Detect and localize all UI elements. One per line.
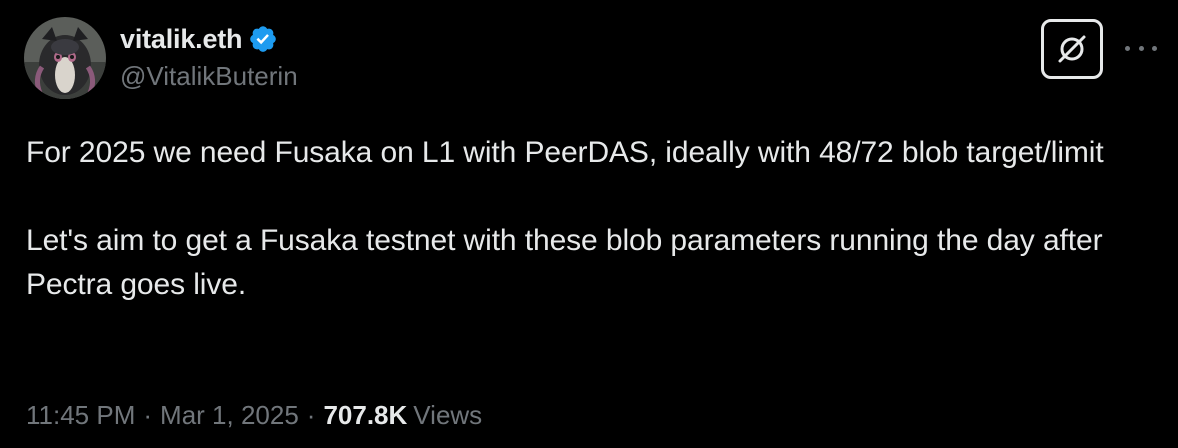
more-options-button[interactable] (1125, 38, 1157, 58)
views-count[interactable]: 707.8K (323, 400, 407, 431)
tweet-paragraph: For 2025 we need Fusaka on L1 with PeerD… (26, 136, 1104, 169)
avatar[interactable] (24, 17, 106, 99)
avatar-image (24, 17, 106, 99)
display-name[interactable]: vitalik.eth (120, 24, 243, 55)
tweet-card: vitalik.eth @VitalikButerin For 2025 we … (0, 0, 1178, 448)
meta-separator: · (306, 400, 316, 430)
verified-badge-icon[interactable] (248, 24, 278, 54)
timestamp-date[interactable]: Mar 1, 2025 (160, 400, 299, 431)
tweet-text: For 2025 we need Fusaka on L1 with PeerD… (26, 131, 1166, 307)
author-handle[interactable]: @VitalikButerin (120, 61, 298, 92)
grok-icon (1058, 35, 1086, 63)
meta-separator: · (143, 400, 153, 430)
name-row: vitalik.eth (120, 21, 298, 57)
views-label: Views (413, 400, 483, 430)
more-options-icon (1125, 45, 1130, 51)
tweet-meta: 11:45 PM · Mar 1, 2025 · 707.8K Views (26, 400, 482, 431)
timestamp-time[interactable]: 11:45 PM (26, 400, 135, 431)
author-info: vitalik.eth @VitalikButerin (120, 21, 298, 92)
tweet-paragraph: Let's aim to get a Fusaka testnet with t… (26, 224, 1103, 301)
grok-button[interactable] (1041, 19, 1103, 79)
